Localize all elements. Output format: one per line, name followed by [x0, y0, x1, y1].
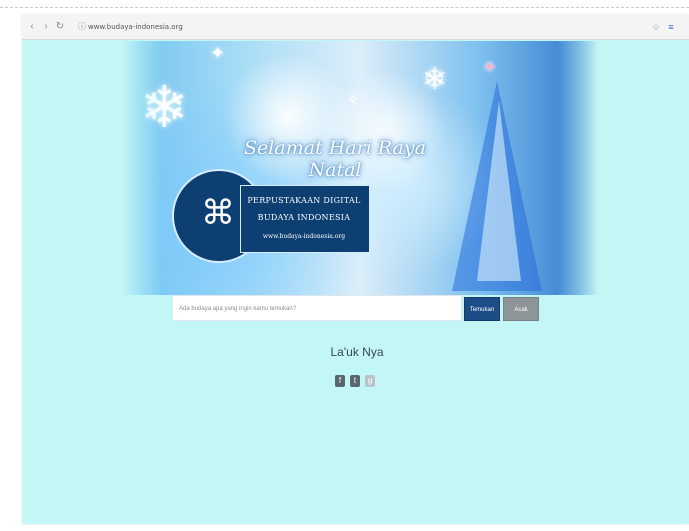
forward-button[interactable]: › — [40, 20, 52, 34]
christmas-banner: ❄ ❄ ✦ ✦ ✧ Selamat Hari Raya Natal ⌘ PERP… — [122, 41, 598, 295]
facebook-glyph: f — [338, 376, 342, 385]
search-input[interactable]: Ada budaya apa yang ingin kamu temukan? — [172, 295, 462, 321]
star-icon: ✦ — [210, 43, 226, 63]
random-button[interactable]: Acak — [503, 297, 539, 321]
back-button[interactable]: ‹ — [26, 20, 38, 34]
snowflake-icon: ❄ — [422, 63, 448, 96]
twitter-glyph: t — [353, 376, 357, 385]
banner-fade-left — [122, 41, 162, 295]
logo-title-line1: PERPUSTAKAAN DIGITAL — [247, 196, 361, 205]
info-icon: ⓘ — [78, 22, 86, 31]
greeting-text: Selamat Hari Raya Natal — [244, 137, 426, 181]
address-bar[interactable]: ⓘ www.budaya-indonesia.org — [78, 19, 658, 35]
search-button[interactable]: Temukan — [464, 297, 500, 321]
address-text: www.budaya-indonesia.org — [88, 23, 183, 31]
section-title: La'uk Nya — [330, 345, 384, 359]
logo-url: www.budaya-indonesia.org — [262, 233, 346, 240]
twitter-icon[interactable]: t — [350, 375, 360, 387]
google-plus-icon[interactable]: g — [365, 375, 375, 387]
banner-fade-right — [558, 41, 598, 295]
menu-icon[interactable]: ≡ — [665, 20, 677, 34]
christmas-tree-light-graphic — [477, 101, 521, 281]
star-icon: ✦ — [482, 57, 498, 77]
reload-button[interactable]: ↻ — [54, 20, 66, 34]
facebook-icon[interactable]: f — [335, 375, 345, 387]
bookmark-star-icon[interactable]: ☆ — [650, 20, 662, 34]
logo-title-line2: BUDAYA INDONESIA — [257, 213, 351, 222]
browser-toolbar: ‹ › ↻ ⓘ www.budaya-indonesia.org ☆ ≡ — [22, 15, 689, 40]
sparkle-icon: ✧ — [347, 91, 359, 107]
browser-window: ‹ › ↻ ⓘ www.budaya-indonesia.org ☆ ≡ ❄ ❄… — [22, 15, 689, 524]
google-glyph: g — [367, 376, 373, 385]
page-top-divider — [0, 7, 689, 8]
